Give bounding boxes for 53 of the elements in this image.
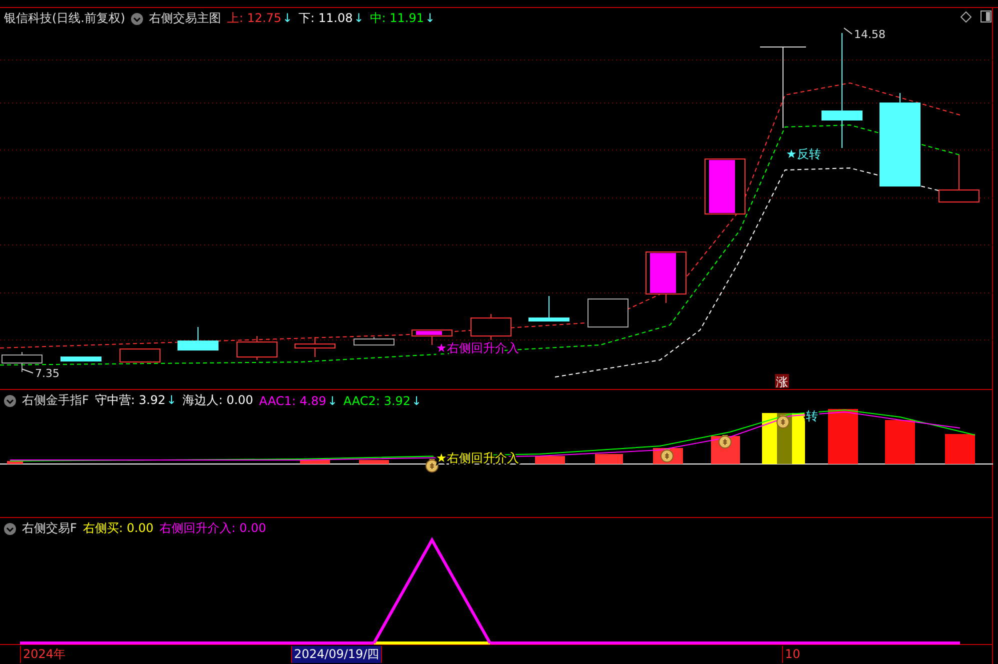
histogram-bar [595,454,623,464]
date-label: 2024/09/19/四 [291,646,382,663]
money-bag-icon [660,449,674,462]
diamond-icon[interactable] [960,11,972,23]
histogram-bar [300,460,330,464]
candlestick [470,314,512,340]
collapse-icon[interactable] [4,394,16,406]
histogram-bar [535,456,565,464]
candlestick [528,296,570,322]
indicator-value: 下: 11.08↓ [298,10,364,27]
candlestick [938,154,980,202]
indicator-name: 右侧金手指F [22,392,89,409]
price-label: 7.35 [35,367,60,380]
histogram-bar [885,420,915,464]
candlestick [354,336,394,346]
stock-title: 银信科技(日线.前复权) [4,10,126,27]
candlestick [120,348,160,362]
indicator-value: 上: 12.75↓ [227,10,292,27]
histogram-bar [828,409,858,464]
rise-badge: 涨 [775,374,789,389]
signal-label: ★反转 [786,147,821,161]
indicator-value: 守中营: 3.92↓ [94,392,177,409]
candlestick [60,356,102,362]
histogram-bar [945,434,975,464]
indicator-value: AAC1: 4.89↓ [259,394,338,408]
price-label: 14.58 [854,28,886,41]
candlestick [646,252,686,304]
collapse-icon[interactable] [4,522,16,534]
histogram-bar [792,413,805,464]
candlestick [704,158,746,214]
indicator-value: AAC2: 3.92↓ [343,394,422,408]
leader-line [22,368,34,374]
panel-toggle-icon[interactable] [980,10,992,22]
indicator-name: 右侧交易主图 [149,10,222,27]
candlestick [294,336,336,358]
candlestick [178,326,218,350]
money-bag-icon [426,459,438,472]
indicator-value: 右侧买: 0.00 [82,520,154,537]
histogram-bar [762,413,777,464]
candlestick [236,336,278,360]
indicator-value: 右侧回升介入: 0.00 [160,520,266,537]
histogram-bar [359,460,389,464]
indicator-value: 中: 11.91↓ [370,10,436,27]
leader-line [844,28,852,34]
money-bag-icon [776,415,790,428]
date-label: 10 [782,646,802,663]
collapse-icon[interactable] [131,12,144,24]
indicator-value: 海边人: 0.00 [182,392,254,409]
indicator-name: 右侧交易F [22,520,77,537]
histogram-bar [7,461,23,464]
money-bag-icon [718,435,732,448]
candlestick [588,298,628,328]
date-label: 2024年 [20,646,68,663]
